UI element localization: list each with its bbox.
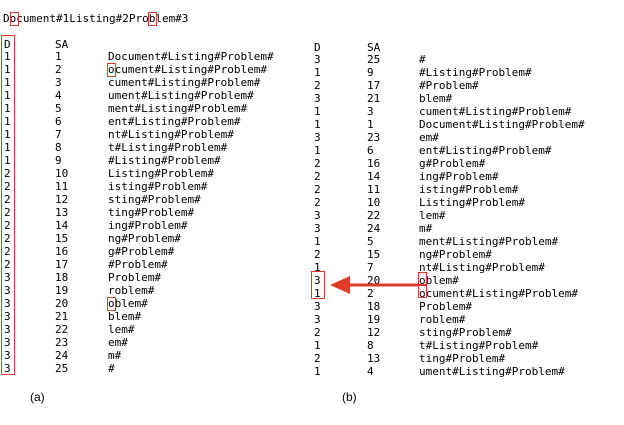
- highlight-arrow: [330, 276, 418, 294]
